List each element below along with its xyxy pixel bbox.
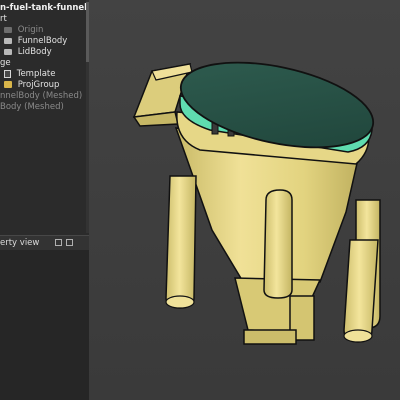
leg-front-right [343, 239, 379, 343]
property-view-header: erty view [0, 235, 89, 251]
tree-item-lidbody[interactable]: LidBody [4, 46, 52, 58]
tree-item-label: ge [0, 58, 11, 68]
property-view-title: erty view [0, 238, 40, 248]
model-tree[interactable]: n-fuel-tank-funnel rt Origin FunnelBody … [0, 0, 89, 233]
projgroup-icon [4, 81, 12, 88]
template-icon [4, 69, 11, 78]
leg-front-center [263, 189, 293, 299]
leg-front-left-foot [165, 295, 195, 309]
leg-front-left [165, 175, 197, 309]
tree-item-label: FunnelBody [17, 36, 68, 46]
left-panel: n-fuel-tank-funnel rt Origin FunnelBody … [0, 0, 89, 400]
body-icon [4, 37, 12, 44]
tree-item-lidbody-meshed[interactable]: Body (Meshed) [0, 101, 64, 113]
tree-item-label: Origin [17, 25, 44, 35]
tree-item-label: nnelBody (Meshed) [0, 91, 83, 101]
tree-item-label: LidBody [17, 47, 52, 57]
tree-item-label: rt [0, 14, 7, 24]
float-panel-icon[interactable] [55, 239, 62, 246]
body-icon [4, 48, 12, 55]
tree-item-label: ProjGroup [17, 80, 60, 90]
3d-viewport[interactable] [89, 0, 400, 400]
origin-icon [4, 26, 12, 33]
model-render [132, 61, 381, 345]
close-panel-icon[interactable] [66, 239, 73, 246]
tree-item-label: Template [16, 69, 56, 79]
property-view-body [0, 250, 89, 400]
outlet-front [243, 329, 297, 345]
tree-root-item[interactable]: n-fuel-tank-funnel [0, 2, 87, 14]
leg-front-right-foot [343, 329, 373, 343]
tree-item-label: Body (Meshed) [0, 102, 64, 112]
tree-root-label: n-fuel-tank-funnel [0, 3, 88, 13]
